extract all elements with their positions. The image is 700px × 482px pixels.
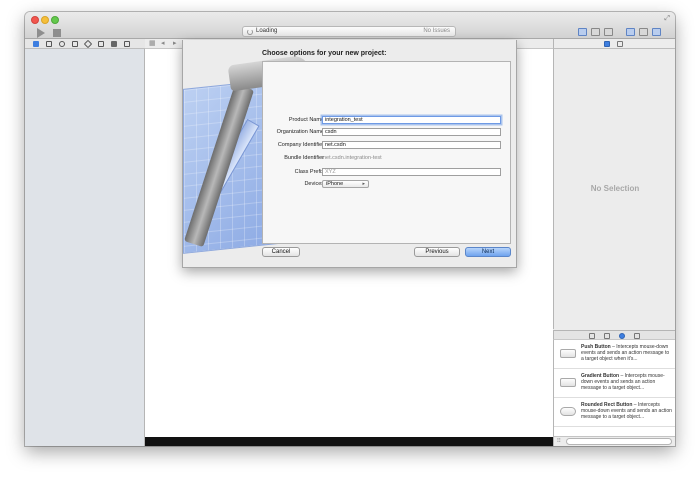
- activity-status: Loading: [256, 28, 278, 34]
- utilities-toggle-icon[interactable]: [652, 28, 661, 36]
- library-item-gradient-button[interactable]: Gradient Button – Intercepts mouse-down …: [554, 369, 675, 398]
- breakpoint-navigator-icon[interactable]: [111, 41, 117, 47]
- toolbar: Loading No Issues ⤢: [25, 12, 675, 39]
- close-window-button[interactable]: [31, 16, 39, 24]
- library-item-text: Push Button – Intercepts mouse-down even…: [581, 344, 673, 362]
- library-filter-input[interactable]: [566, 438, 672, 445]
- issue-navigator-icon[interactable]: [72, 41, 78, 47]
- company-identifier-field[interactable]: net.csdn: [322, 141, 501, 149]
- forward-arrow-icon[interactable]: ▸: [173, 39, 177, 47]
- navigator-toggle-icon[interactable]: [626, 28, 635, 36]
- back-arrow-icon[interactable]: ◂: [161, 39, 165, 47]
- xcode-window: Loading No Issues ⤢ ▦ ◂ ▸ No Selection P…: [25, 12, 675, 446]
- stop-button[interactable]: [53, 29, 61, 37]
- company-identifier-label: Company Identifier: [277, 142, 324, 148]
- cancel-button[interactable]: Cancel: [262, 247, 300, 257]
- media-library-icon[interactable]: [634, 333, 640, 339]
- no-selection-label: No Selection: [590, 184, 640, 193]
- navigator-selector-bar: [25, 39, 145, 49]
- fullscreen-icon[interactable]: ⤢: [664, 15, 670, 23]
- standard-editor-icon[interactable]: [578, 28, 587, 36]
- related-items-icon[interactable]: ▦: [149, 39, 156, 47]
- next-button[interactable]: Next: [465, 247, 511, 257]
- run-button[interactable]: [37, 28, 45, 38]
- popup-arrows-icon: ▸: [362, 181, 365, 187]
- new-project-sheet: Choose options for your new project: Pro…: [182, 40, 517, 268]
- navigator-area: [25, 49, 145, 446]
- rounded-rect-button-thumbnail-icon: [560, 407, 576, 416]
- library-item-rounded-rect-button[interactable]: Rounded Rect Button – Intercepts mouse-d…: [554, 398, 675, 427]
- product-name-field[interactable]: integration_test: [322, 116, 501, 124]
- inspector-selector-bar: [553, 39, 675, 49]
- previous-button[interactable]: Previous: [414, 247, 460, 257]
- version-editor-icon[interactable]: [604, 28, 613, 36]
- library-item-text: Rounded Rect Button – Intercepts mouse-d…: [581, 402, 673, 420]
- minimize-window-button[interactable]: [41, 16, 49, 24]
- project-navigator-icon[interactable]: [33, 41, 39, 47]
- progress-spinner-icon: [247, 29, 253, 35]
- zoom-window-button[interactable]: [51, 16, 59, 24]
- class-prefix-field[interactable]: XYZ: [322, 168, 501, 176]
- library-filter-bar: ⁝⁝: [553, 436, 675, 446]
- assistant-editor-icon[interactable]: [591, 28, 600, 36]
- debug-area-toggle-icon[interactable]: [639, 28, 648, 36]
- class-prefix-label: Class Prefix: [294, 169, 324, 175]
- gradient-button-thumbnail-icon: [560, 378, 576, 387]
- activity-viewer: Loading No Issues: [242, 26, 456, 37]
- code-snippet-library-icon[interactable]: [604, 333, 610, 339]
- bundle-identifier-label: Bundle Identifier: [284, 155, 324, 161]
- find-navigator-icon[interactable]: [59, 41, 65, 47]
- library-item-push-button[interactable]: Push Button – Intercepts mouse-down even…: [554, 340, 675, 369]
- product-name-label: Product Name: [288, 117, 324, 123]
- issues-status: No Issues: [423, 28, 450, 34]
- view-mode-icon[interactable]: ⁝⁝: [557, 437, 561, 444]
- file-inspector-icon[interactable]: [604, 41, 610, 47]
- log-navigator-icon[interactable]: [124, 41, 130, 47]
- object-library: Push Button – Intercepts mouse-down even…: [553, 340, 675, 436]
- devices-popup[interactable]: iPhone ▸: [322, 180, 369, 188]
- sheet-title: Choose options for your new project:: [262, 50, 387, 57]
- inspector-area: No Selection: [553, 49, 675, 329]
- object-library-icon[interactable]: [619, 333, 625, 339]
- devices-popup-value: iPhone: [326, 181, 344, 187]
- file-template-library-icon[interactable]: [589, 333, 595, 339]
- test-navigator-icon[interactable]: [83, 39, 93, 49]
- bundle-identifier-value: net.csdn.integration-test: [323, 155, 382, 161]
- debug-navigator-icon[interactable]: [98, 41, 104, 47]
- library-selector-bar: [553, 330, 675, 340]
- library-item-text: Gradient Button – Intercepts mouse-down …: [581, 373, 673, 391]
- debug-area-strip: [145, 437, 553, 446]
- symbol-navigator-icon[interactable]: [46, 41, 52, 47]
- organization-name-field[interactable]: csdn: [322, 128, 501, 136]
- quick-help-icon[interactable]: [617, 41, 623, 47]
- push-button-thumbnail-icon: [560, 349, 576, 358]
- project-options-panel: Product Name integration_test Organizati…: [262, 61, 511, 244]
- organization-name-label: Organization Name: [276, 129, 324, 135]
